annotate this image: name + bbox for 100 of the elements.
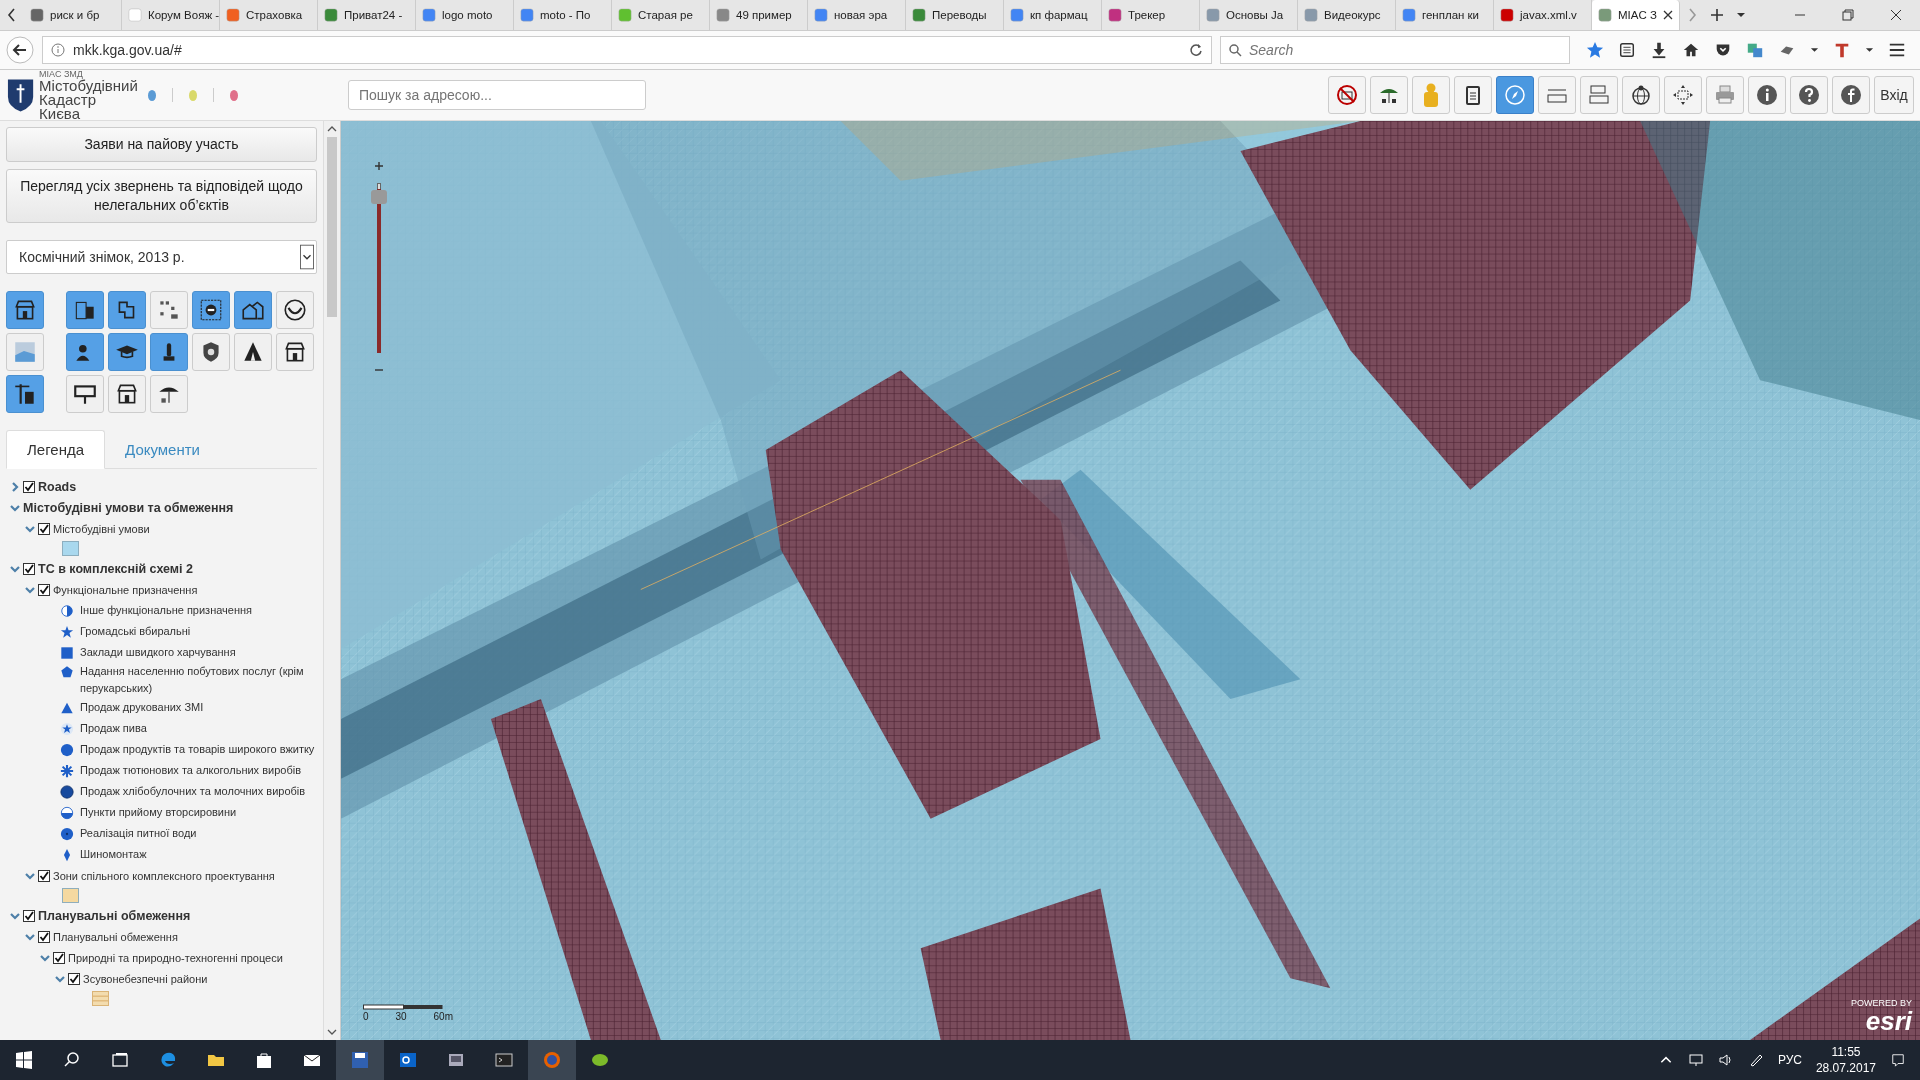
caret-icon[interactable] xyxy=(1865,47,1874,53)
expander-icon[interactable] xyxy=(25,523,35,534)
browser-tab[interactable]: MIAC З xyxy=(1592,0,1680,30)
expander-icon[interactable] xyxy=(10,481,20,492)
caret-icon[interactable] xyxy=(1736,12,1746,18)
scroll-left-icon[interactable] xyxy=(6,7,18,23)
t-letter-icon[interactable] xyxy=(1833,41,1851,59)
new-tab-icon[interactable] xyxy=(1710,8,1724,22)
layer-toggle-button[interactable] xyxy=(276,333,314,371)
expander-icon[interactable] xyxy=(25,931,35,942)
checkbox[interactable] xyxy=(53,951,65,964)
search-field[interactable]: Search xyxy=(1220,36,1570,64)
tool-button[interactable] xyxy=(1622,76,1660,114)
checkbox[interactable] xyxy=(23,909,35,922)
scroll-up-icon[interactable] xyxy=(327,125,337,133)
reading-list-icon[interactable] xyxy=(1618,41,1636,59)
layer-toggle-button[interactable] xyxy=(6,291,44,329)
volume-icon[interactable] xyxy=(1717,1053,1734,1067)
login-button[interactable]: Вхід xyxy=(1874,76,1914,114)
tool-button[interactable] xyxy=(1454,76,1492,114)
firefox-icon[interactable] xyxy=(528,1040,576,1080)
reload-icon[interactable] xyxy=(1189,43,1203,57)
checkbox[interactable] xyxy=(38,869,50,882)
browser-tab[interactable]: Страховка xyxy=(220,0,318,30)
scrollbar[interactable] xyxy=(323,121,340,1040)
checkbox[interactable] xyxy=(23,562,35,575)
expander-icon[interactable] xyxy=(25,584,35,595)
layer-toggle-button[interactable] xyxy=(276,291,314,329)
tool-button[interactable] xyxy=(1328,76,1366,114)
home-icon[interactable] xyxy=(1682,41,1700,59)
color-dot[interactable] xyxy=(229,89,238,101)
layer-toggle-button[interactable] xyxy=(150,333,188,371)
browser-tab[interactable]: Старая ре xyxy=(612,0,710,30)
sidebar-button[interactable]: Заяви на пайову участь xyxy=(6,127,317,162)
address-bar[interactable]: mkk.kga.gov.ua/# xyxy=(42,36,1212,64)
browser-tab[interactable]: генплан ки xyxy=(1396,0,1494,30)
caret-icon[interactable] xyxy=(1810,47,1819,53)
layer-toggle-button[interactable] xyxy=(108,333,146,371)
language-indicator[interactable]: РУС xyxy=(1777,1053,1802,1067)
expander-icon[interactable] xyxy=(10,910,20,921)
zoom-in-icon[interactable] xyxy=(374,161,384,171)
star-icon[interactable] xyxy=(1586,41,1604,59)
close-icon[interactable] xyxy=(1663,10,1673,20)
browser-tab[interactable]: Видеокурс xyxy=(1298,0,1396,30)
layer-toggle-button[interactable] xyxy=(6,333,44,371)
browser-tab[interactable]: logo moto xyxy=(416,0,514,30)
checkbox[interactable] xyxy=(38,583,50,596)
layer-toggle-button[interactable] xyxy=(66,375,104,413)
tool-button[interactable] xyxy=(1370,76,1408,114)
back-icon[interactable] xyxy=(6,36,34,64)
browser-tab[interactable]: новая эра xyxy=(808,0,906,30)
expander-icon[interactable] xyxy=(55,973,65,984)
layer-toggle-button[interactable] xyxy=(150,375,188,413)
info-icon[interactable] xyxy=(51,43,65,57)
browser-tab[interactable]: Приват24 - xyxy=(318,0,416,30)
layer-toggle-button[interactable] xyxy=(66,291,104,329)
color-dot[interactable] xyxy=(148,89,157,101)
panel-tab[interactable]: Легенда xyxy=(6,430,106,469)
checkbox[interactable] xyxy=(68,972,80,985)
browser-tab[interactable]: moto - По xyxy=(514,0,612,30)
layer-toggle-button[interactable] xyxy=(150,291,188,329)
scroll-thumb[interactable] xyxy=(327,137,337,317)
layer-toggle-button[interactable] xyxy=(192,291,230,329)
browser-tab[interactable]: кп фармац xyxy=(1004,0,1102,30)
browser-tab[interactable]: риск и бр xyxy=(24,0,122,30)
browser-tab[interactable]: Корум Вояж - xyxy=(122,0,220,30)
expander-icon[interactable] xyxy=(25,870,35,881)
translate-icon[interactable] xyxy=(1746,41,1764,59)
tool-button[interactable] xyxy=(1748,76,1786,114)
layer-toggle-button[interactable] xyxy=(108,291,146,329)
tool-button[interactable] xyxy=(1790,76,1828,114)
download-icon[interactable] xyxy=(1650,41,1668,59)
expander-icon[interactable] xyxy=(10,563,20,574)
layer-label: Містобудівні умови та обмеження xyxy=(23,500,234,515)
browser-tab[interactable]: 49 пример xyxy=(710,0,808,30)
layer-toggle-button[interactable] xyxy=(192,333,230,371)
address-search-field[interactable]: Пошук за адресою... xyxy=(348,80,646,110)
layer-toggle-button[interactable] xyxy=(6,375,44,413)
sidebar-button[interactable]: Перегляд усіх звернень та відповідей щодо нелегальних об’єктів xyxy=(6,169,317,223)
notification-icon[interactable] xyxy=(1890,1053,1906,1067)
checkbox[interactable] xyxy=(38,930,50,943)
browser-tab[interactable]: Трекер xyxy=(1102,0,1200,30)
menu-icon[interactable] xyxy=(1888,41,1906,59)
browser-tab[interactable]: Переводы xyxy=(906,0,1004,30)
network-icon[interactable] xyxy=(1687,1053,1704,1067)
browser-tab[interactable]: Основы Ja xyxy=(1200,0,1298,30)
layer-toggle-button[interactable] xyxy=(66,333,104,371)
basemap-dropdown[interactable]: Космічний знімок, 2013 р. xyxy=(6,240,317,274)
zoom-slider-thumb[interactable] xyxy=(371,190,387,205)
expander-icon[interactable] xyxy=(40,952,50,963)
layer-toggle-button[interactable] xyxy=(234,333,272,371)
scroll-down-icon[interactable] xyxy=(327,1028,337,1036)
checkbox[interactable] xyxy=(38,522,50,535)
layer-toggle-button[interactable] xyxy=(234,291,272,329)
checkbox[interactable] xyxy=(23,480,35,493)
expander-icon[interactable] xyxy=(10,502,20,513)
tool-button[interactable] xyxy=(1832,76,1870,114)
layer-toggle-button[interactable] xyxy=(108,375,146,413)
map-drawing[interactable] xyxy=(341,121,1920,1040)
color-dot[interactable] xyxy=(188,89,198,101)
